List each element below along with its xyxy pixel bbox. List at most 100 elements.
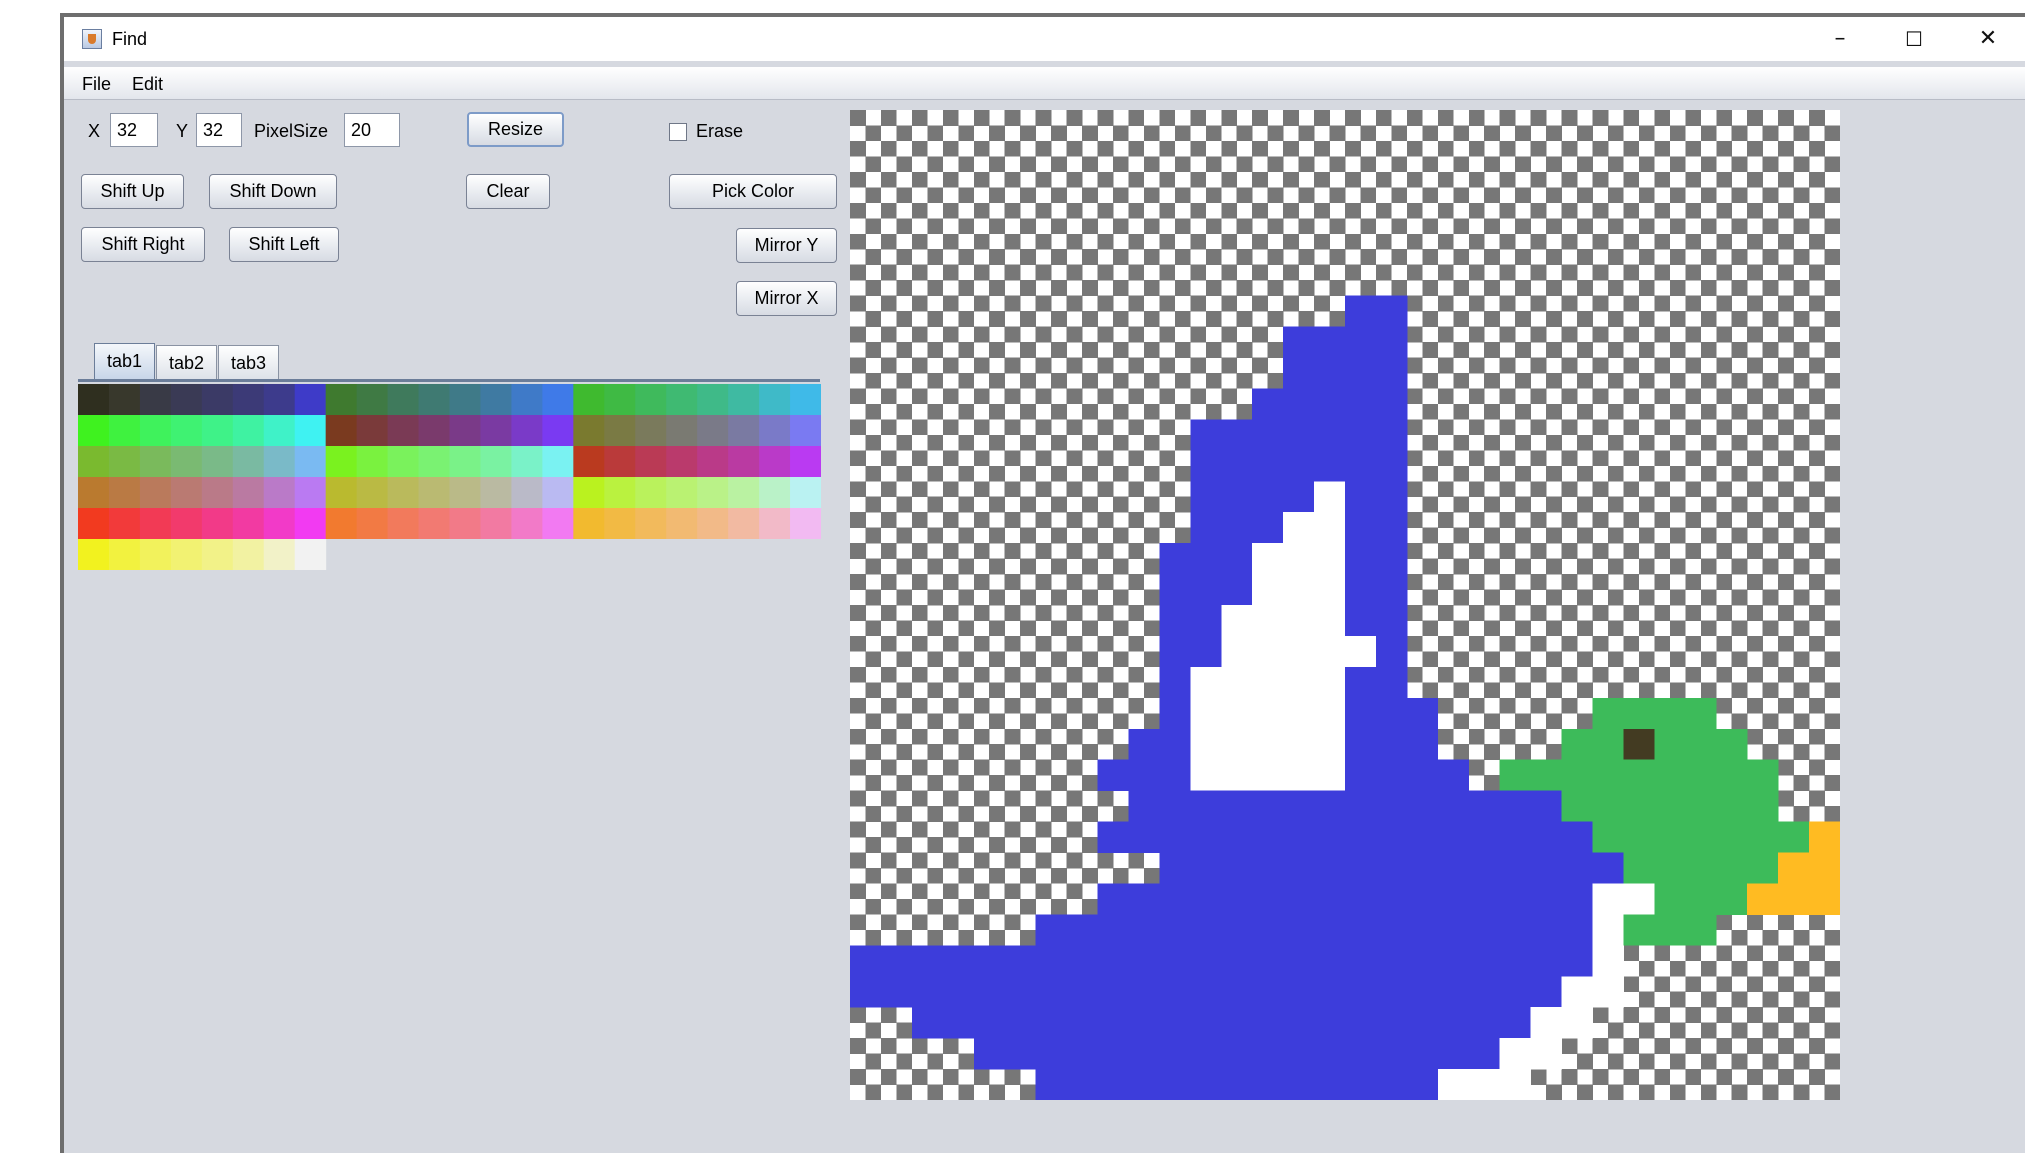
painted-pixel[interactable] [1437,1007,1470,1039]
painted-pixel[interactable] [1314,697,1346,730]
painted-pixel[interactable] [1159,914,1191,946]
palette-swatch[interactable] [78,384,110,415]
painted-pixel[interactable] [1499,1069,1532,1100]
palette-swatch[interactable] [325,384,358,415]
painted-pixel[interactable] [1654,697,1686,730]
palette-swatch[interactable] [790,508,821,539]
painted-pixel[interactable] [1437,821,1470,853]
painted-pixel[interactable] [1004,945,1037,977]
painted-pixel[interactable] [1375,543,1408,575]
painted-pixel[interactable] [1283,821,1315,853]
painted-pixel[interactable] [1159,697,1191,730]
palette-swatch[interactable] [263,508,296,539]
painted-pixel[interactable] [1283,1007,1315,1039]
palette-swatch[interactable] [449,508,481,539]
painted-pixel[interactable] [1747,821,1779,853]
painted-pixel[interactable] [1159,666,1191,699]
palette-swatch[interactable] [449,415,481,446]
painted-pixel[interactable] [1623,728,1655,761]
painted-pixel[interactable] [1530,914,1562,946]
palette-swatch[interactable] [78,477,110,508]
painted-pixel[interactable] [1468,945,1501,977]
painted-pixel[interactable] [1035,914,1067,946]
painted-pixel[interactable] [1159,574,1191,606]
painted-pixel[interactable] [1283,326,1315,358]
palette-swatch[interactable] [294,508,327,539]
painted-pixel[interactable] [1221,976,1253,1008]
painted-pixel[interactable] [1221,419,1253,451]
palette-swatch[interactable] [511,508,543,539]
palette-swatch[interactable] [201,415,234,446]
palette-swatch[interactable] [294,415,327,446]
painted-pixel[interactable] [880,945,913,977]
palette-swatch[interactable] [263,446,296,477]
palette-swatch[interactable] [387,477,420,508]
painted-pixel[interactable] [1221,852,1253,884]
palette-swatch[interactable] [790,384,821,415]
painted-pixel[interactable] [1561,821,1593,853]
painted-pixel[interactable] [1221,574,1253,606]
painted-pixel[interactable] [1097,883,1129,915]
painted-pixel[interactable] [1190,666,1222,699]
painted-pixel[interactable] [1283,852,1315,884]
painted-pixel[interactable] [1283,512,1315,544]
shift-up-button[interactable]: Shift Up [81,174,184,209]
palette-swatch[interactable] [78,508,110,539]
painted-pixel[interactable] [1190,419,1222,451]
shift-down-button[interactable]: Shift Down [209,174,337,209]
painted-pixel[interactable] [1406,976,1439,1008]
painted-pixel[interactable] [1345,914,1377,946]
painted-pixel[interactable] [1345,697,1377,730]
palette-swatch[interactable] [542,384,574,415]
painted-pixel[interactable] [1314,1007,1346,1039]
painted-pixel[interactable] [1345,852,1377,884]
painted-pixel[interactable] [1592,883,1624,915]
painted-pixel[interactable] [1128,821,1160,853]
palette-swatch[interactable] [604,446,636,477]
painted-pixel[interactable] [1437,945,1470,977]
palette-swatch[interactable] [790,446,821,477]
painted-pixel[interactable] [1375,605,1408,637]
painted-pixel[interactable] [1530,945,1562,977]
painted-pixel[interactable] [1128,1007,1160,1039]
painted-pixel[interactable] [1314,976,1346,1008]
painted-pixel[interactable] [942,976,975,1008]
painted-pixel[interactable] [1406,1069,1439,1100]
palette-swatch[interactable] [635,477,667,508]
painted-pixel[interactable] [1685,790,1717,822]
painted-pixel[interactable] [1716,821,1748,853]
painted-pixel[interactable] [1468,790,1501,822]
palette-swatch[interactable] [108,508,141,539]
painted-pixel[interactable] [1406,790,1439,822]
painted-pixel[interactable] [1375,852,1408,884]
painted-pixel[interactable] [1221,666,1253,699]
painted-pixel[interactable] [1561,883,1593,915]
painted-pixel[interactable] [1190,821,1222,853]
painted-pixel[interactable] [1066,1069,1098,1100]
painted-pixel[interactable] [1035,976,1067,1008]
palette-swatch[interactable] [387,415,420,446]
painted-pixel[interactable] [1252,574,1284,606]
painted-pixel[interactable] [1809,821,1840,853]
painted-pixel[interactable] [1283,1038,1315,1070]
painted-pixel[interactable] [1159,635,1191,668]
palette-swatch[interactable] [759,384,791,415]
painted-pixel[interactable] [1035,1069,1067,1100]
painted-pixel[interactable] [1406,728,1439,761]
painted-pixel[interactable] [1190,1007,1222,1039]
painted-pixel[interactable] [1437,883,1470,915]
painted-pixel[interactable] [1283,728,1315,761]
palette-swatch[interactable] [108,539,141,570]
painted-pixel[interactable] [1314,1069,1346,1100]
painted-pixel[interactable] [1561,1007,1593,1039]
painted-pixel[interactable] [1314,728,1346,761]
painted-pixel[interactable] [1375,481,1408,513]
painted-pixel[interactable] [1716,790,1748,822]
painted-pixel[interactable] [1066,914,1098,946]
painted-pixel[interactable] [1685,883,1717,915]
clear-button[interactable]: Clear [466,174,550,209]
tab-tab2[interactable]: tab2 [156,345,217,380]
painted-pixel[interactable] [1190,728,1222,761]
painted-pixel[interactable] [1345,574,1377,606]
painted-pixel[interactable] [1530,1007,1562,1039]
